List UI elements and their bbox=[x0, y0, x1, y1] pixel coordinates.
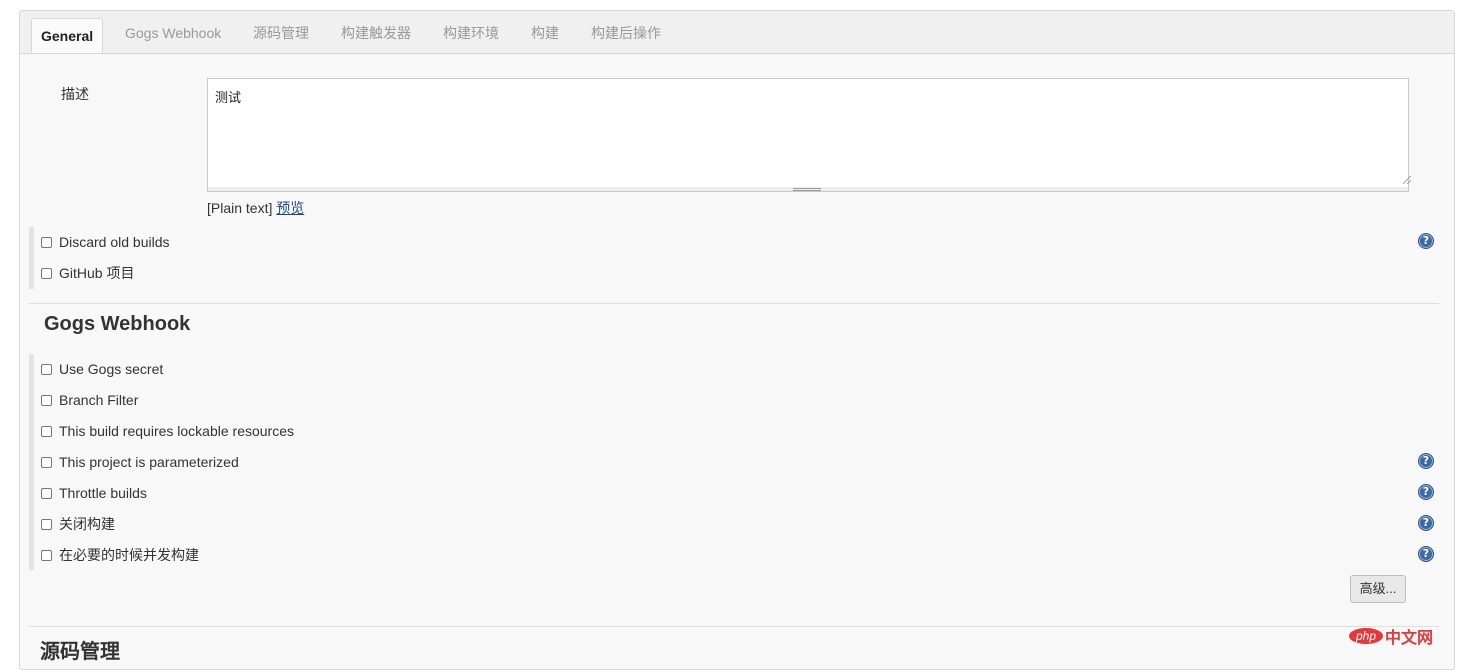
tab-source-management[interactable]: 源码管理 bbox=[253, 23, 309, 43]
plain-text-label: [Plain text] bbox=[207, 200, 273, 216]
tab-post-build-actions[interactable]: 构建后操作 bbox=[591, 23, 661, 43]
option-branch-filter[interactable]: Branch Filter bbox=[41, 391, 138, 409]
watermark-text: 中文网 bbox=[1385, 630, 1434, 647]
help-icon[interactable]: ? bbox=[1418, 546, 1434, 562]
option-github-project[interactable]: GitHub 项目 bbox=[41, 264, 134, 282]
checkbox[interactable] bbox=[41, 456, 52, 468]
checkbox[interactable] bbox=[41, 267, 52, 279]
option-label: 在必要的时候并发构建 bbox=[59, 547, 199, 563]
option-concurrent-builds[interactable]: 在必要的时候并发构建 bbox=[41, 546, 199, 564]
option-disable-build[interactable]: 关闭构建 bbox=[41, 515, 115, 533]
tab-general[interactable]: General bbox=[31, 18, 104, 53]
tab-gogs-webhook[interactable]: Gogs Webhook bbox=[125, 23, 221, 43]
checkbox[interactable] bbox=[41, 394, 52, 406]
description-textarea[interactable]: 测试 bbox=[207, 78, 1409, 188]
checkbox[interactable] bbox=[41, 487, 52, 499]
option-label: 关闭构建 bbox=[59, 516, 115, 532]
tab-bar: General Gogs Webhook 源码管理 构建触发器 构建环境 构建 … bbox=[20, 11, 1454, 54]
checkbox[interactable] bbox=[41, 425, 52, 437]
config-panel: General Gogs Webhook 源码管理 构建触发器 构建环境 构建 … bbox=[19, 10, 1455, 670]
checkbox[interactable] bbox=[41, 236, 52, 248]
option-throttle-builds[interactable]: Throttle builds bbox=[41, 484, 147, 502]
grabber-handle-icon bbox=[793, 188, 821, 191]
option-parameterized[interactable]: This project is parameterized bbox=[41, 453, 239, 471]
option-label: GitHub 项目 bbox=[59, 265, 135, 281]
checkbox[interactable] bbox=[41, 363, 52, 375]
help-icon[interactable]: ? bbox=[1418, 233, 1434, 249]
tab-build-triggers[interactable]: 构建触发器 bbox=[341, 23, 411, 43]
option-lockable-resources[interactable]: This build requires lockable resources bbox=[41, 422, 294, 440]
checkbox[interactable] bbox=[41, 549, 52, 561]
help-icon[interactable]: ? bbox=[1418, 453, 1434, 469]
section-title-gogs-webhook: Gogs Webhook bbox=[44, 313, 191, 335]
option-discard-old-builds[interactable]: Discard old builds bbox=[41, 233, 170, 251]
section-divider bbox=[29, 303, 1439, 304]
section-divider bbox=[29, 626, 1439, 627]
option-label: This project is parameterized bbox=[59, 454, 239, 470]
preview-link[interactable]: 预览 bbox=[276, 200, 304, 216]
option-label: Discard old builds bbox=[59, 234, 170, 250]
option-label: Use Gogs secret bbox=[59, 361, 164, 377]
help-icon[interactable]: ? bbox=[1418, 515, 1434, 531]
description-label: 描述 bbox=[61, 86, 89, 102]
section-title-source-management: 源码管理 bbox=[40, 641, 120, 663]
help-icon[interactable]: ? bbox=[1418, 484, 1434, 500]
option-label: Throttle builds bbox=[59, 485, 147, 501]
checkbox[interactable] bbox=[41, 518, 52, 530]
advanced-button[interactable]: 高级... bbox=[1350, 575, 1406, 603]
tab-build[interactable]: 构建 bbox=[531, 23, 559, 43]
tab-build-environment[interactable]: 构建环境 bbox=[443, 23, 499, 43]
php-logo-icon: php bbox=[1349, 628, 1384, 644]
markup-format-note: [Plain text] 预览 bbox=[207, 198, 304, 218]
watermark-logo: php 中文网 bbox=[1349, 625, 1433, 647]
option-use-gogs-secret[interactable]: Use Gogs secret bbox=[41, 360, 163, 378]
general-options-group bbox=[29, 227, 34, 289]
option-label: Branch Filter bbox=[59, 392, 139, 408]
option-label: This build requires lockable resources bbox=[59, 423, 294, 439]
gogs-options-group bbox=[29, 354, 34, 570]
resize-grip-icon[interactable] bbox=[1403, 176, 1411, 184]
